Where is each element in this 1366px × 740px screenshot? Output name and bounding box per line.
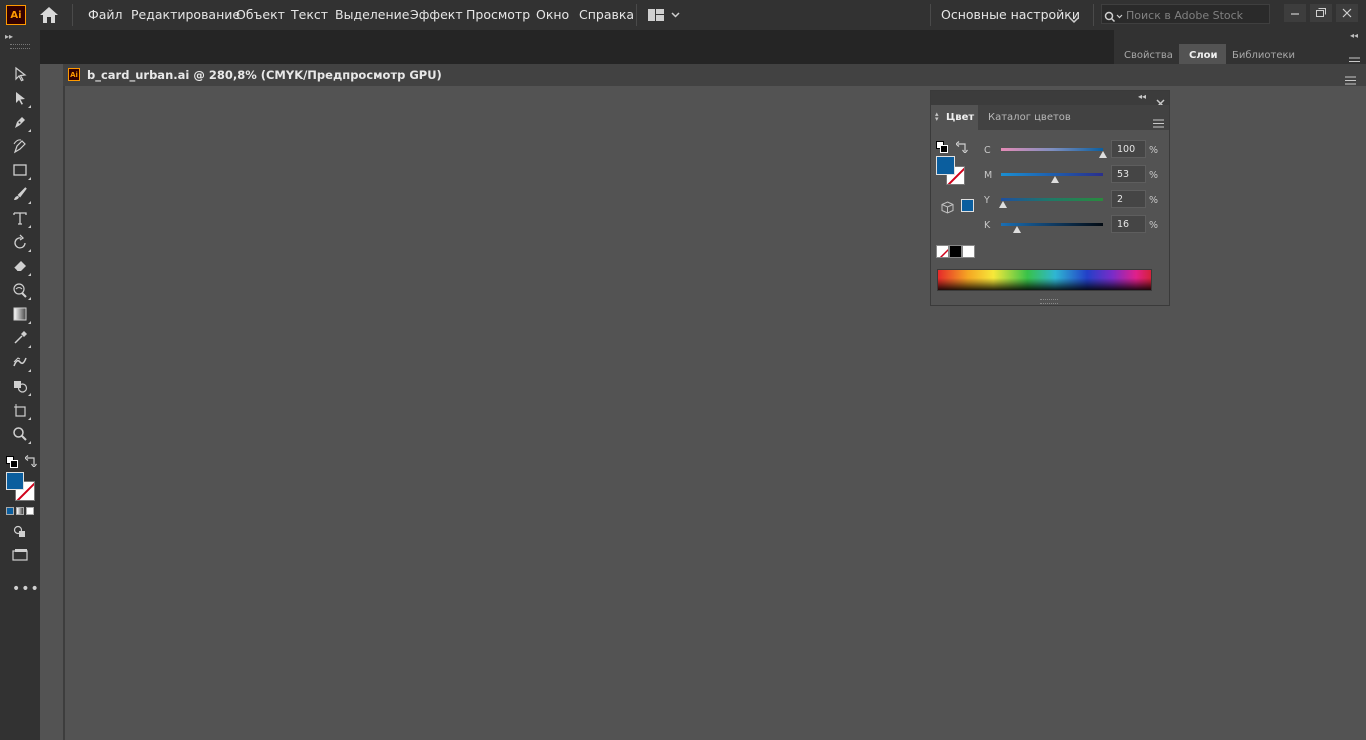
panel-menu-icon[interactable]: [1153, 113, 1164, 132]
menu-effect[interactable]: Эффект: [410, 7, 463, 22]
selection-icon[interactable]: [8, 63, 32, 85]
k-unit: %: [1149, 220, 1159, 231]
m-value-field[interactable]: 53: [1111, 165, 1146, 183]
type-icon[interactable]: [8, 207, 32, 229]
c-slider-thumb[interactable]: [1099, 151, 1107, 158]
ai-file-icon: Ai: [68, 68, 80, 81]
y-unit: %: [1149, 195, 1159, 206]
collapse-panels-icon[interactable]: ◂◂: [1350, 31, 1358, 40]
tab-properties[interactable]: Свойства: [1124, 50, 1173, 61]
none-swatch[interactable]: [936, 245, 949, 258]
y-slider[interactable]: [1001, 198, 1103, 201]
k-slider-thumb[interactable]: [1013, 226, 1021, 233]
blend-icon[interactable]: [8, 351, 32, 373]
default-colors-icon[interactable]: [936, 138, 948, 157]
y-slider-thumb[interactable]: [999, 201, 1007, 208]
menu-separator: [1093, 4, 1094, 26]
fill-swatch[interactable]: [936, 156, 955, 175]
eyedropper-icon[interactable]: [8, 327, 32, 349]
menu-type[interactable]: Текст: [291, 7, 328, 22]
k-value-field[interactable]: 16: [1111, 215, 1146, 233]
rotate-icon[interactable]: [8, 231, 32, 253]
menu-window[interactable]: Окно: [536, 7, 569, 22]
swap-colors-icon[interactable]: [24, 452, 37, 471]
workspace-switcher[interactable]: Основные настройки: [941, 7, 1080, 22]
search-icon: [1104, 8, 1124, 27]
tab-layers[interactable]: Слои: [1189, 50, 1218, 61]
menu-separator: [930, 4, 931, 26]
c-slider[interactable]: [1001, 148, 1103, 151]
c-unit: %: [1149, 145, 1159, 156]
gradient-mode-icon[interactable]: [16, 507, 24, 515]
warp-icon[interactable]: [8, 279, 32, 301]
menu-select[interactable]: Выделение: [335, 7, 409, 22]
tab-libraries[interactable]: Библиотеки: [1232, 50, 1295, 61]
screen-mode-icon[interactable]: [8, 544, 32, 566]
more-tools-icon[interactable]: •••: [12, 581, 40, 597]
m-unit: %: [1149, 170, 1159, 181]
none-mode-icon[interactable]: [26, 507, 34, 515]
document-title: b_card_urban.ai @ 280,8% (CMYK/Предпросм…: [87, 68, 442, 82]
menu-object[interactable]: Объект: [236, 7, 285, 22]
k-label: K: [984, 220, 991, 231]
arrange-documents-icon[interactable]: [647, 7, 683, 27]
out-of-gamut-cube-icon[interactable]: [941, 199, 954, 218]
direct-selection-icon[interactable]: [8, 87, 32, 109]
expand-toolbar-icon[interactable]: ▸▸: [5, 32, 13, 41]
artboard-icon[interactable]: [8, 399, 32, 421]
draw-mode-icon[interactable]: [8, 520, 32, 542]
menu-edit[interactable]: Редактирование: [131, 7, 240, 22]
home-icon[interactable]: [38, 6, 60, 28]
curvature-icon[interactable]: [8, 135, 32, 157]
restore-button[interactable]: [1310, 4, 1332, 22]
closest-color-swatch[interactable]: [961, 199, 974, 212]
pen-icon[interactable]: [8, 111, 32, 133]
menu-view[interactable]: Просмотр: [466, 7, 530, 22]
canvas[interactable]: [63, 86, 1366, 740]
sort-icon[interactable]: ▴ ▾: [935, 111, 939, 123]
rectangle-icon[interactable]: [8, 159, 32, 181]
panel-resize-handle[interactable]: [1040, 299, 1058, 304]
eraser-icon[interactable]: [8, 255, 32, 277]
swap-colors-icon[interactable]: [955, 138, 968, 157]
c-label: C: [984, 145, 991, 156]
menu-separator: [72, 4, 73, 26]
default-colors-icon[interactable]: [6, 453, 18, 472]
chevron-down-icon[interactable]: [1068, 10, 1080, 29]
minimize-button[interactable]: [1284, 4, 1306, 22]
toolbar-grip[interactable]: [10, 44, 30, 49]
m-slider-thumb[interactable]: [1051, 176, 1059, 183]
app-logo: Ai: [6, 5, 26, 25]
collapse-icon[interactable]: ◂◂: [1138, 92, 1146, 101]
document-area-top: [40, 30, 1114, 64]
menu-separator: [636, 4, 637, 26]
tab-color-guide[interactable]: Каталог цветов: [988, 112, 1071, 123]
zoom-icon[interactable]: [8, 423, 32, 445]
color-panel-header[interactable]: [931, 91, 1169, 105]
c-value-field[interactable]: 100: [1111, 140, 1146, 158]
tab-color[interactable]: Цвет: [946, 112, 974, 123]
white-swatch[interactable]: [962, 245, 975, 258]
fill-swatch[interactable]: [6, 472, 24, 490]
color-spectrum[interactable]: [937, 269, 1152, 291]
color-mode-icon[interactable]: [6, 507, 14, 515]
m-label: M: [984, 170, 993, 181]
menu-file[interactable]: Файл: [88, 7, 123, 22]
close-window-button[interactable]: [1336, 4, 1358, 22]
paintbrush-icon[interactable]: [8, 183, 32, 205]
menu-help[interactable]: Справка: [579, 7, 634, 22]
y-label: Y: [984, 195, 990, 206]
search-placeholder: Поиск в Adobe Stock: [1126, 9, 1244, 22]
black-swatch[interactable]: [949, 245, 962, 258]
y-value-field[interactable]: 2: [1111, 190, 1146, 208]
gradient-icon[interactable]: [8, 303, 32, 325]
shape-builder-icon[interactable]: [8, 375, 32, 397]
